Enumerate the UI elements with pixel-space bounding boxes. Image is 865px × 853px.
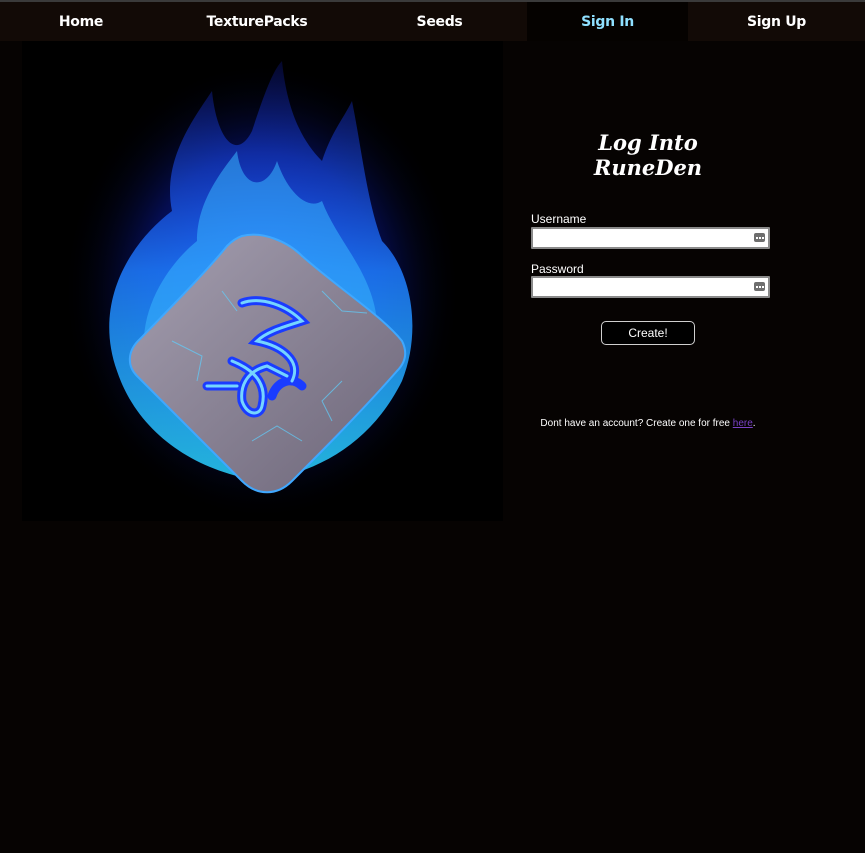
create-button[interactable]: Create! <box>601 321 695 345</box>
login-title: Log Into RuneDen <box>593 130 703 180</box>
signup-suffix-text: . <box>752 418 756 429</box>
username-input[interactable] <box>531 227 770 249</box>
password-manager-icon[interactable] <box>754 233 765 242</box>
nav-item-seeds[interactable]: Seeds <box>352 2 527 41</box>
nav-item-texturepacks[interactable]: TexturePacks <box>162 2 352 41</box>
password-label: Password <box>531 262 584 276</box>
signup-note: Dont have an account? Create one for fre… <box>500 418 796 429</box>
signup-prefix-text: Dont have an account? Create one for fre… <box>540 418 733 429</box>
password-manager-icon[interactable] <box>754 282 765 291</box>
username-label: Username <box>531 212 587 226</box>
nav-item-home[interactable]: Home <box>0 2 162 41</box>
nav-item-sign-in[interactable]: Sign In <box>527 2 688 41</box>
nav-item-sign-up[interactable]: Sign Up <box>688 2 865 41</box>
hero-rune-image <box>22 41 503 521</box>
top-navigation: Home TexturePacks Seeds Sign In Sign Up <box>0 2 865 41</box>
rune-stone-illustration <box>62 61 462 521</box>
signup-here-link[interactable]: here <box>733 418 753 429</box>
password-input[interactable] <box>531 276 770 298</box>
